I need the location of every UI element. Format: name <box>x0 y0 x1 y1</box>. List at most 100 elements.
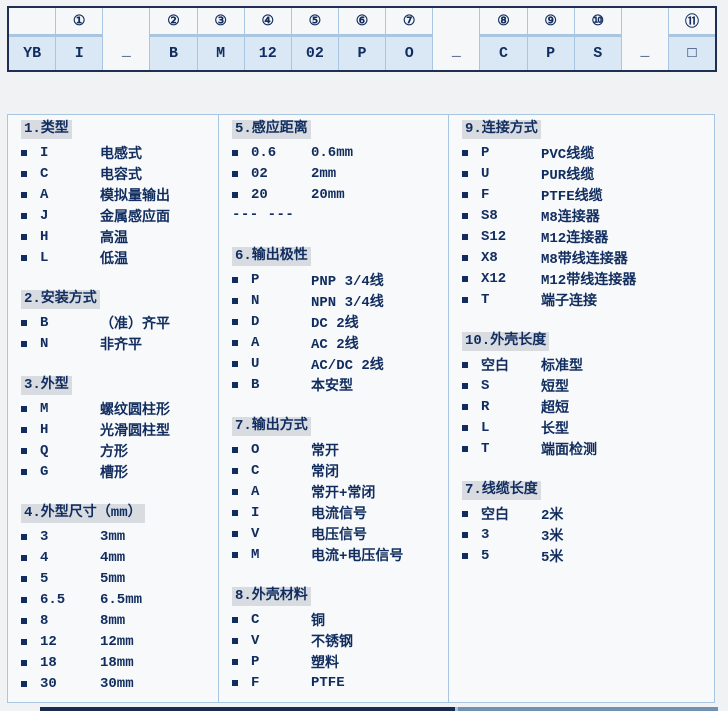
cell-position-number <box>9 8 55 37</box>
model-code-cell: ④12 <box>244 8 291 70</box>
square-bullet-icon <box>462 192 468 198</box>
square-bullet-icon <box>462 276 468 282</box>
item-description: 18mm <box>100 655 214 671</box>
square-bullet-icon <box>21 597 27 603</box>
section-title: 5.感应距离 <box>232 120 311 139</box>
section: 9.连接方式PPVC线缆UPUR线缆FPTFE线缆S8M8连接器S12M12连接… <box>462 119 710 310</box>
item-description: 本安型 <box>311 375 444 395</box>
legend-row: 0.60.6mm <box>232 142 444 163</box>
square-bullet-icon <box>21 555 27 561</box>
item-code: S <box>481 378 541 394</box>
legend-row: UAC/DC 2线 <box>232 353 444 374</box>
item-code: X12 <box>481 271 541 287</box>
legend-row: X12M12带线连接器 <box>462 268 710 289</box>
legend-row: B（准）齐平 <box>21 312 214 333</box>
cell-code: 02 <box>292 37 338 70</box>
square-bullet-icon <box>462 150 468 156</box>
item-code: B <box>40 315 100 331</box>
cell-position-number: ⑩ <box>575 8 621 37</box>
legend-row: M电流+电压信号 <box>232 544 444 565</box>
item-description: 低温 <box>100 248 214 268</box>
separator-cell: _ <box>432 8 479 70</box>
legend-row: 空白2米 <box>462 503 710 524</box>
legend-row: FPTFE <box>232 672 444 693</box>
square-bullet-icon <box>462 255 468 261</box>
legend-row: C铜 <box>232 609 444 630</box>
item-description: 3米 <box>541 525 710 545</box>
cell-position-number: ④ <box>245 8 291 37</box>
item-description: 0.6mm <box>311 145 444 161</box>
legend-row: S12M12连接器 <box>462 226 710 247</box>
item-description: 光滑圆柱型 <box>100 420 214 440</box>
section: 5.感应距离0.60.6mm022mm2020mm--- --- <box>232 119 444 225</box>
separator-underscore: _ <box>640 43 649 70</box>
item-code: 0.6 <box>251 145 311 161</box>
section-title: 9.连接方式 <box>462 120 541 139</box>
legend-row: A常开+常闭 <box>232 481 444 502</box>
legend-row: A模拟量输出 <box>21 184 214 205</box>
item-description: 6.5mm <box>100 592 214 608</box>
legend-row: C电容式 <box>21 163 214 184</box>
legend-row: L长型 <box>462 417 710 438</box>
legend-row: B本安型 <box>232 374 444 395</box>
section: 8.外壳材料C铜V不锈钢P塑料FPTFE <box>232 586 444 693</box>
item-description: 槽形 <box>100 462 214 482</box>
square-bullet-icon <box>232 638 238 644</box>
item-description: PTFE <box>311 675 444 691</box>
item-code: 空白 <box>481 504 541 524</box>
next-table-edge-segment <box>458 707 718 711</box>
square-bullet-icon <box>21 427 27 433</box>
section-title: 6.输出极性 <box>232 247 311 266</box>
model-code-cell: YB <box>9 8 55 70</box>
square-bullet-icon <box>462 383 468 389</box>
legend-row: I电感式 <box>21 142 214 163</box>
section-title: 10.外壳长度 <box>462 332 549 351</box>
item-code: L <box>40 250 100 266</box>
legend-row: Q方形 <box>21 440 214 461</box>
item-code: T <box>481 292 541 308</box>
item-code: I <box>40 145 100 161</box>
model-code-cell: ①I <box>55 8 102 70</box>
section: 4.外型尺寸（mm）33mm44mm55mm6.56.5mm88mm1212mm… <box>21 503 214 702</box>
item-description: 5米 <box>541 546 710 566</box>
square-bullet-icon <box>232 340 238 346</box>
square-bullet-icon <box>462 213 468 219</box>
item-description: （准）齐平 <box>100 313 214 333</box>
square-bullet-icon <box>21 255 27 261</box>
square-bullet-icon <box>21 341 27 347</box>
item-code: M <box>40 401 100 417</box>
item-code: S8 <box>481 208 541 224</box>
legend-row: J金属感应面 <box>21 205 214 226</box>
item-code: 3 <box>481 527 541 543</box>
cell-position-number: ⑨ <box>528 8 574 37</box>
legend-row: 022mm <box>232 163 444 184</box>
item-description: PTFE线缆 <box>541 185 710 205</box>
legend-row: 1818mm <box>21 652 214 673</box>
section-title: 2.安装方式 <box>21 290 100 309</box>
model-code-cell: ⑨P <box>527 8 574 70</box>
separator-cell: _ <box>102 8 149 70</box>
cell-code: P <box>528 37 574 70</box>
square-bullet-icon <box>21 448 27 454</box>
square-bullet-icon <box>21 192 27 198</box>
legend-row: PPVC线缆 <box>462 142 710 163</box>
item-code: P <box>481 145 541 161</box>
legend-row: H光滑圆柱型 <box>21 419 214 440</box>
model-code-cell: ⑩S <box>574 8 621 70</box>
cell-position-number: ① <box>56 8 102 37</box>
square-bullet-icon <box>232 277 238 283</box>
legend-row: 44mm <box>21 547 214 568</box>
square-bullet-icon <box>462 511 468 517</box>
legend-row: X8M8带线连接器 <box>462 247 710 268</box>
square-bullet-icon <box>21 660 27 666</box>
item-description: 金属感应面 <box>100 206 214 226</box>
item-description: 端子连接 <box>541 290 710 310</box>
item-description: 长型 <box>541 418 710 438</box>
item-code: J <box>40 208 100 224</box>
square-bullet-icon <box>462 171 468 177</box>
item-code: 3 <box>40 529 100 545</box>
legend-row: M螺纹圆柱形 <box>21 398 214 419</box>
legend-row: V不锈钢 <box>232 630 444 651</box>
square-bullet-icon <box>462 404 468 410</box>
square-bullet-icon <box>232 659 238 665</box>
